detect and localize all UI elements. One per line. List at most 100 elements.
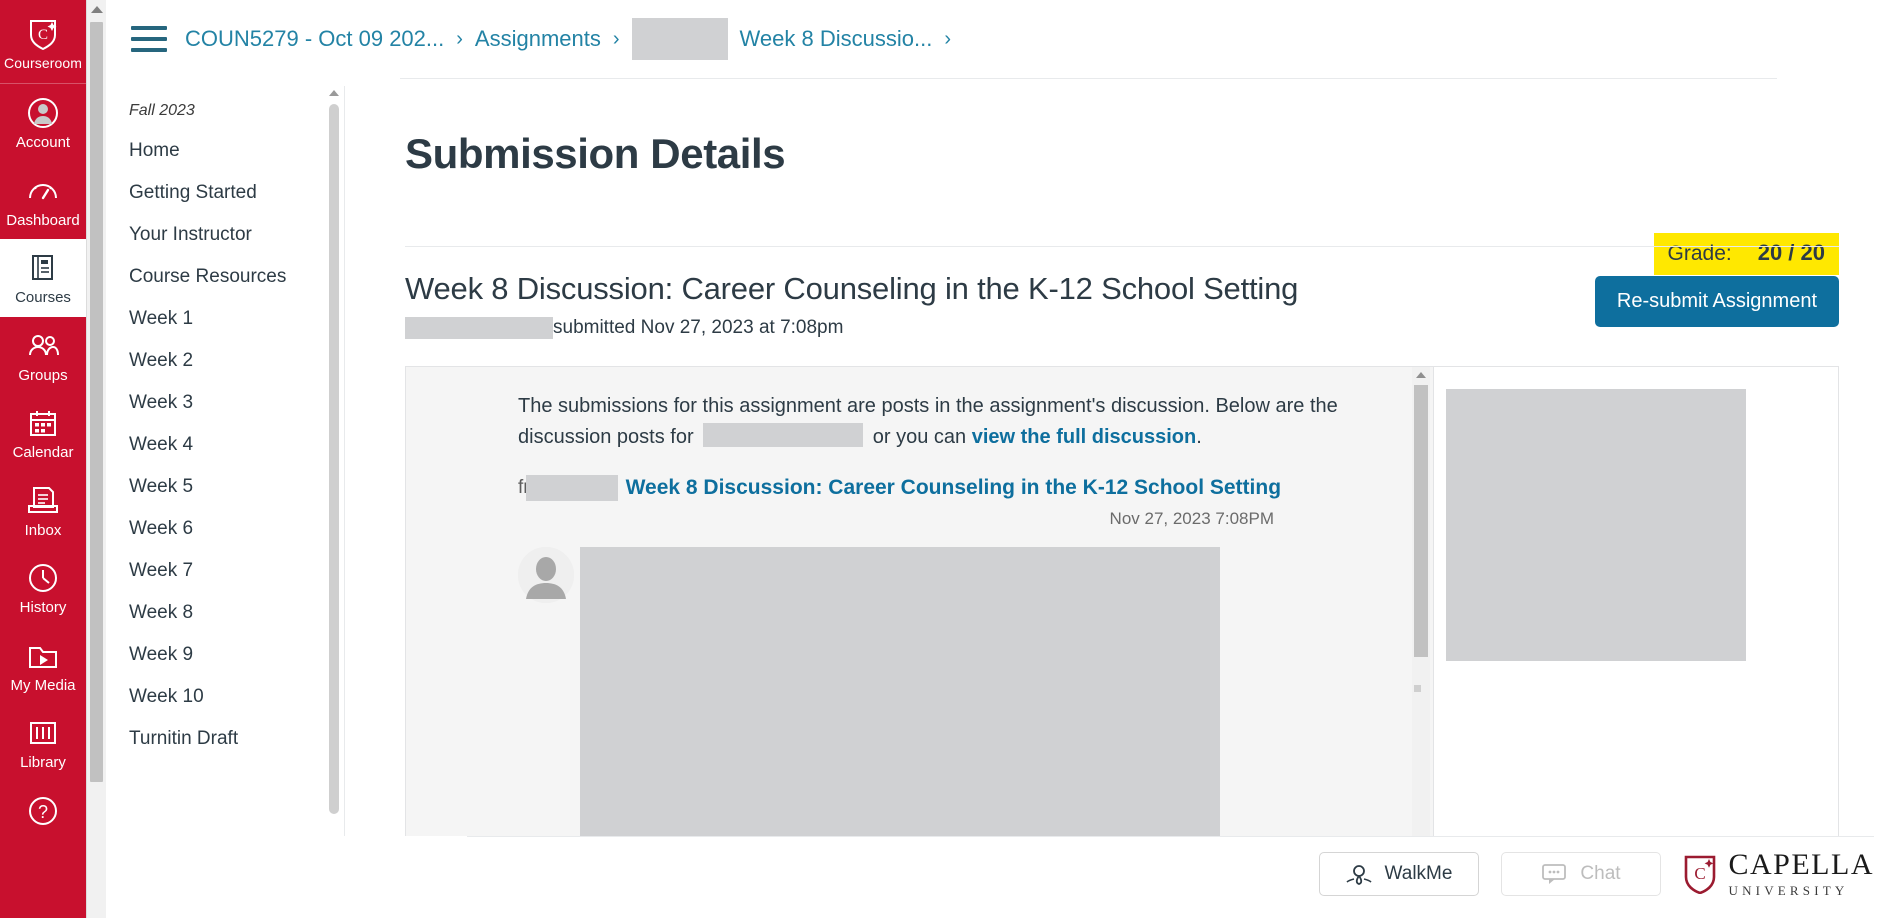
book-icon (26, 251, 60, 285)
scroll-up-arrow-icon[interactable] (1416, 372, 1426, 378)
capella-shield-icon: C (26, 16, 60, 50)
scrollbar-thumb[interactable] (329, 104, 339, 814)
footer-actions: WalkMe Chat C CAPELLA UNIVERSITY (1318, 848, 1875, 897)
capella-brand-name: CAPELLA (1728, 848, 1874, 881)
course-nav-item-your-instructor[interactable]: Your Instructor (107, 214, 337, 256)
global-nav-label: History (19, 599, 67, 616)
redacted-author-name (525, 475, 618, 501)
discussion-intro-text: The submissions for this assignment are … (406, 367, 1412, 453)
breadcrumb-item-assignments[interactable]: Assignments (475, 26, 601, 52)
view-full-discussion-link[interactable]: view the full discussion (972, 426, 1197, 448)
course-nav-list: Home Getting Started Your Instructor Cou… (107, 130, 337, 760)
discussion-preview-scrollbar[interactable] (1412, 367, 1430, 840)
courseroom-logo[interactable]: C Courseroom (0, 0, 86, 84)
discussion-post-body (406, 547, 1412, 840)
redacted-student-name-inline (703, 423, 864, 447)
walkme-button[interactable]: WalkMe (1318, 851, 1479, 896)
capella-shield-icon: C (1683, 854, 1717, 894)
chat-button[interactable]: Chat (1500, 851, 1661, 896)
scrollbar-thumb[interactable] (1414, 385, 1428, 657)
scrollbar-thumb[interactable] (90, 22, 103, 782)
global-nav-item-courses[interactable]: Courses (0, 239, 86, 317)
breadcrumb-item-course[interactable]: COUN5279 - Oct 09 202... (185, 26, 444, 52)
walkme-label: WalkMe (1384, 862, 1453, 884)
course-nav-item-getting-started[interactable]: Getting Started (107, 172, 337, 214)
hamburger-icon[interactable] (131, 26, 167, 52)
grade-value: 20 / 20 (1757, 240, 1825, 265)
discussion-post-header: fr Week 8 Discussion: Career Counseling … (406, 475, 1412, 501)
discussion-preview-panel: The submissions for this assignment are … (406, 367, 1412, 840)
global-nav-item-my-media[interactable]: My Media (0, 627, 86, 705)
scroll-up-arrow-icon[interactable] (90, 6, 103, 13)
course-term-label: Fall 2023 (129, 102, 195, 119)
course-nav-item-home[interactable]: Home (107, 130, 337, 172)
course-nav-item-week-7[interactable]: Week 7 (107, 550, 337, 592)
global-nav-item-help[interactable]: ? (0, 782, 86, 838)
submission-preview-frame: The submissions for this assignment are … (405, 366, 1839, 841)
course-nav-item-week-6[interactable]: Week 6 (107, 508, 337, 550)
global-nav-item-calendar[interactable]: Calendar (0, 394, 86, 472)
course-nav-item-week-4[interactable]: Week 4 (107, 424, 337, 466)
grade-highlight: Grade: 20 / 20 (1653, 233, 1839, 275)
global-nav-label: Groups (18, 366, 68, 384)
grade-badge: Grade: 20 / 20 (1653, 233, 1839, 275)
content-divider (405, 246, 1839, 247)
breadcrumb-separator-icon: › (944, 27, 951, 50)
global-nav-label: My Media (10, 676, 76, 694)
global-nav-item-inbox[interactable]: Inbox (0, 472, 86, 550)
breadcrumb: COUN5279 - Oct 09 202... › Assignments ›… (185, 18, 951, 60)
canvas-submission-details-page: C Courseroom Account Dashboard Courses G… (0, 0, 1892, 918)
assignment-header: Week 8 Discussion: Career Counseling in … (405, 271, 1839, 339)
global-nav-label: Inbox (24, 521, 62, 539)
footer-divider (467, 836, 1874, 837)
course-nav-item-week-9[interactable]: Week 9 (107, 634, 337, 676)
global-nav-label: Library (20, 754, 66, 771)
global-nav-item-library[interactable]: Library (0, 704, 86, 782)
walkme-pin-icon (1345, 862, 1373, 886)
course-nav-item-week-10[interactable]: Week 10 (107, 676, 337, 718)
intro-text-part2: or you can (872, 426, 967, 448)
course-nav-scrollbar[interactable] (328, 90, 340, 830)
global-nav-label: Account (15, 134, 71, 151)
global-navigation: C Courseroom Account Dashboard Courses G… (0, 0, 86, 918)
discussion-post-date: Nov 27, 2023 7:08PM (1109, 509, 1274, 528)
course-nav-divider (344, 86, 345, 836)
intro-text-end: . (1196, 426, 1202, 448)
global-nav-item-groups[interactable]: Groups (0, 317, 86, 395)
svg-text:?: ? (38, 802, 48, 822)
breadcrumb-separator-icon: › (456, 27, 463, 50)
chat-label: Chat (1580, 862, 1621, 884)
course-nav-item-turnitin-draft[interactable]: Turnitin Draft (107, 718, 337, 760)
course-nav-item-course-resources[interactable]: Course Resources (107, 256, 337, 298)
global-nav-label: Courses (15, 289, 71, 306)
resubmit-assignment-button[interactable]: Re-submit Assignment (1594, 276, 1839, 327)
courseroom-label: Courseroom (3, 55, 83, 71)
course-nav-item-week-2[interactable]: Week 2 (107, 340, 337, 382)
course-nav-item-week-8[interactable]: Week 8 (107, 592, 337, 634)
dashboard-icon (26, 174, 60, 208)
scroll-up-arrow-icon[interactable] (329, 90, 339, 96)
redacted-post-content (580, 547, 1220, 840)
inbox-icon (26, 484, 60, 518)
global-nav-item-dashboard[interactable]: Dashboard (0, 162, 86, 240)
resize-handle-dot[interactable] (1414, 685, 1421, 692)
clock-icon (26, 561, 60, 595)
redacted-sidebar-content (1446, 389, 1746, 661)
global-nav-item-account[interactable]: Account (0, 84, 86, 162)
redacted-student-name (405, 317, 553, 339)
browser-scrollbar[interactable] (86, 0, 106, 918)
course-nav-item-week-1[interactable]: Week 1 (107, 298, 337, 340)
global-nav-item-history[interactable]: History (0, 549, 86, 627)
page-footer: WalkMe Chat C CAPELLA UNIVERSITY (107, 836, 1892, 918)
discussion-post-title-link[interactable]: Week 8 Discussion: Career Counseling in … (626, 476, 1281, 500)
course-nav-item-week-3[interactable]: Week 3 (107, 382, 337, 424)
breadcrumb-item-current[interactable]: Week 8 Discussio... (740, 26, 933, 52)
global-nav-label: Calendar (12, 444, 74, 461)
help-circle-icon: ? (26, 794, 60, 828)
page-title: Submission Details (405, 130, 786, 177)
user-circle-icon (26, 96, 60, 130)
groups-icon (26, 329, 60, 363)
course-navigation: Fall 2023 Home Getting Started Your Inst… (107, 86, 337, 836)
course-nav-item-week-5[interactable]: Week 5 (107, 466, 337, 508)
chat-bubble-icon (1540, 862, 1568, 886)
